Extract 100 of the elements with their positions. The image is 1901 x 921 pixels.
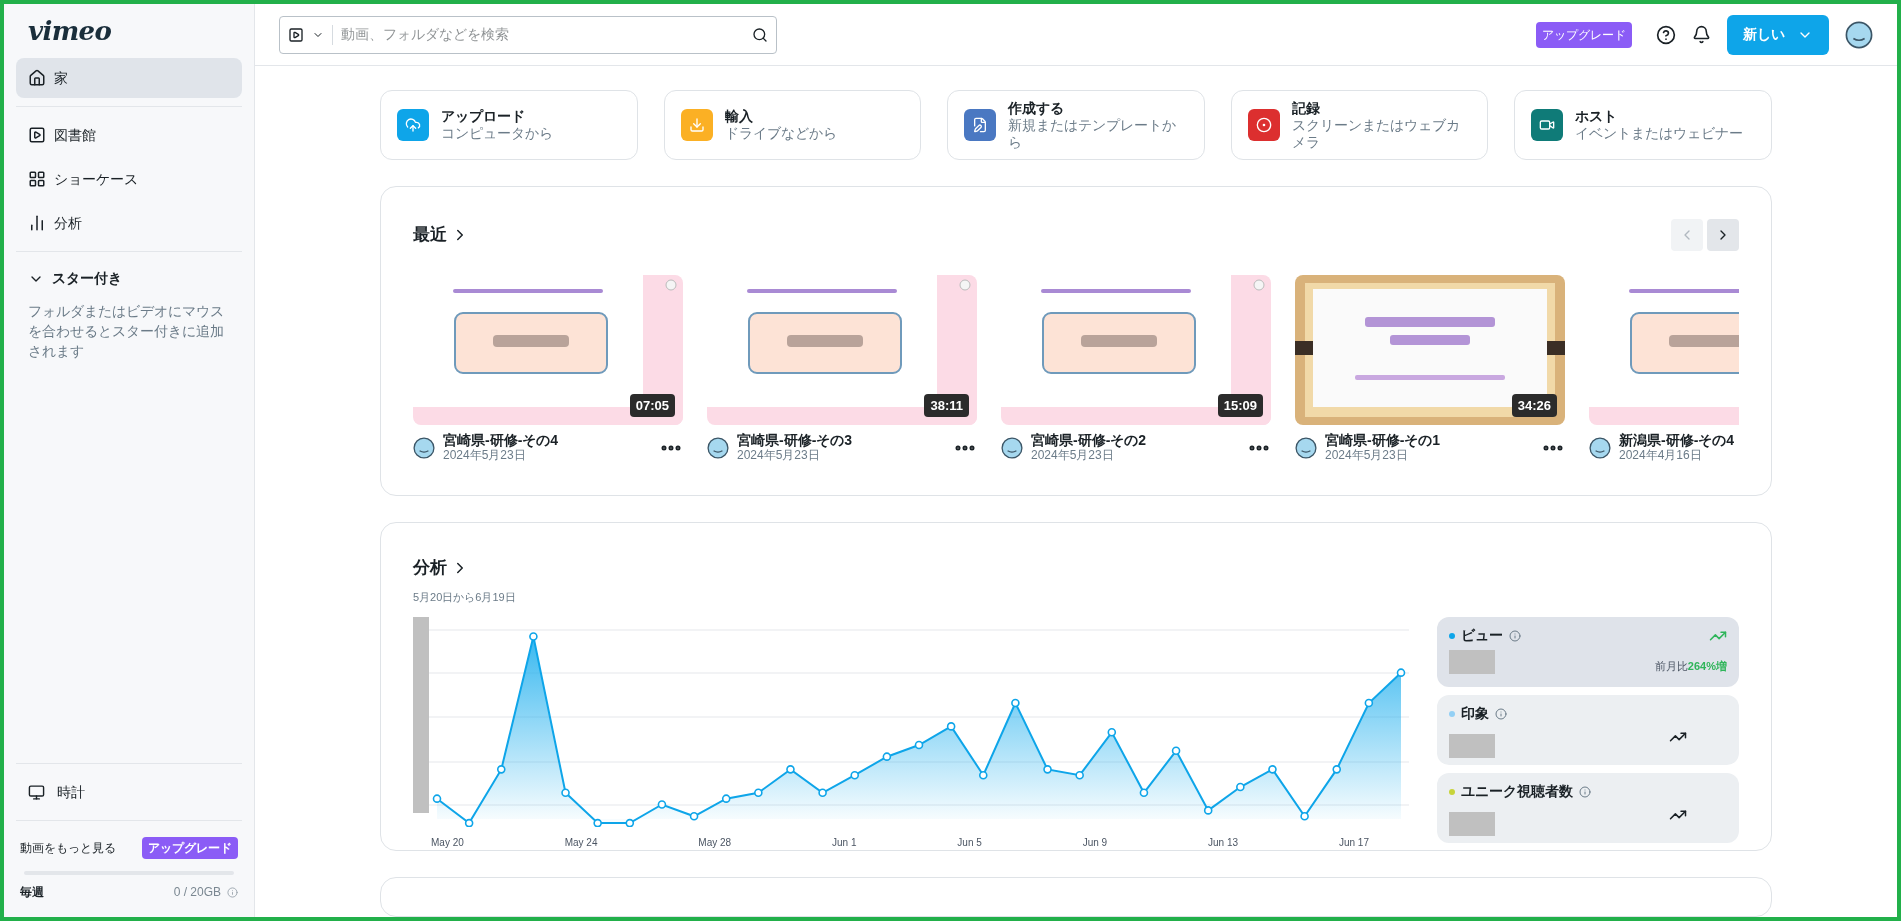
video-date: 2024年5月23日 [1031,448,1115,463]
data-point[interactable] [496,765,506,774]
action-title: 輸入 [724,108,754,125]
video-date: 2024年5月23日 [443,448,527,463]
storage-usage: 0 / 20GB [173,884,221,901]
data-point[interactable] [946,722,956,731]
data-point[interactable] [850,770,860,780]
search-field[interactable]: 動画、フォルダなどを検索 [279,15,777,54]
upgrade-button[interactable]: アップグレード [142,837,238,859]
video-date: 2024年5月23日 [1325,448,1409,463]
data-point[interactable] [1364,698,1374,708]
video-title[interactable]: 宮崎県-研修-その1 [1325,433,1533,448]
data-point[interactable] [1107,727,1117,737]
data-point[interactable] [561,788,570,798]
avatar-icon [1589,437,1611,459]
avatar-icon [707,437,729,459]
action-subtitle: スクリーンまたはウェブカメラ [1291,116,1461,151]
axis-label: Jun 5 [957,836,982,850]
video-title[interactable]: 宮崎県-研修-その4 [443,433,651,448]
comparison-value: 264%増 [1687,658,1727,674]
bar-chart-icon [28,214,46,232]
data-point[interactable] [593,818,602,827]
video-title[interactable]: 新潟県-研修-その4 [1619,433,1739,448]
play-icon-frame-icon [28,126,46,144]
recent-title[interactable]: 最近 [413,222,469,248]
search-input[interactable]: 動画、フォルダなどを検索 [341,24,744,45]
avatar-icon [413,437,435,459]
data-point[interactable] [657,800,667,809]
action-card[interactable]: 輸入 ドライブなどから [663,90,922,160]
analytics-title[interactable]: 分析 [413,555,469,581]
search-icon[interactable] [752,26,768,43]
redacted-block [1449,650,1495,674]
data-point[interactable] [1043,765,1052,774]
redacted-block [1449,734,1495,758]
home-icon [28,69,46,87]
data-point[interactable] [914,740,924,750]
axis-label: Jun 13 [1208,836,1239,850]
next-button[interactable] [1707,219,1739,251]
nav-item[interactable]: 家 [16,58,242,98]
data-point[interactable] [529,632,538,641]
data-point[interactable] [754,788,763,798]
data-point[interactable] [689,811,699,821]
data-point[interactable] [464,818,474,827]
metric-card[interactable]: 印象 [1437,695,1739,765]
action-card[interactable]: ホスト イベントまたはウェビナー [1514,90,1772,160]
help-icon[interactable] [1656,24,1676,45]
info-icon [227,886,238,898]
data-point[interactable] [1171,746,1181,756]
action-subtitle: 新規またはテンプレートから [1008,116,1178,151]
notification-icon[interactable] [1692,25,1711,44]
action-card[interactable]: 作成する 新規またはテンプレートから [947,90,1205,160]
metric-card[interactable]: ビュー 前月比264%増 [1437,617,1739,687]
data-point[interactable] [1300,811,1309,821]
starred-toggle[interactable]: スター付き [16,268,242,289]
nav-item[interactable]: 時計 [16,772,242,812]
video-filter-icon[interactable] [288,26,304,43]
redacted-block [1449,812,1495,836]
duration-badge: 38:11 [924,393,969,417]
avatar-icon [1001,437,1023,459]
data-point[interactable] [978,770,988,780]
action-title: 記録 [1291,99,1321,117]
data-point[interactable] [882,752,892,761]
data-point[interactable] [1139,788,1149,798]
data-point[interactable] [786,765,795,774]
data-point[interactable] [432,794,442,803]
video-title[interactable]: 宮崎県-研修-その2 [1031,433,1239,448]
axis-label: May 28 [698,836,732,850]
avatar-icon [1845,20,1873,49]
info-icon [1509,629,1521,642]
upgrade-button[interactable]: アップグレード [1536,21,1632,48]
action-card[interactable]: 記録 スクリーンまたはウェブカメラ [1230,90,1489,160]
axis-label: May 20 [431,836,464,850]
data-point[interactable] [818,788,827,798]
data-point[interactable] [1075,770,1084,780]
data-point[interactable] [1396,668,1406,677]
avatar-icon [1295,437,1317,459]
nav-item[interactable]: 分析 [16,203,242,243]
vimeo-logo[interactable]: vimeo [16,4,242,58]
data-point[interactable] [1332,765,1342,774]
data-point[interactable] [625,818,635,827]
video-date: 2024年4月16日 [1619,448,1703,463]
video-title[interactable]: 宮崎県-研修-その3 [737,433,945,448]
data-point[interactable] [1236,782,1245,792]
action-card[interactable]: アップロード コンピュータから [380,90,638,160]
upsell-text: 動画をもっと見る [20,840,116,857]
grid-icon [28,170,46,188]
metric-label: ユニーク視聴者数 [1461,782,1573,801]
axis-label: Jun 17 [1338,836,1369,850]
data-point[interactable] [1203,806,1213,815]
data-point[interactable] [721,794,731,803]
action-subtitle: コンピュータから [441,125,553,142]
starred-hint: フォルダまたはビデオにマウスを合わせるとスター付きに追加されます [27,302,225,361]
data-point[interactable] [1268,765,1277,774]
action-title: 作成する [1008,99,1066,117]
action-title: アップロード [441,108,526,125]
nav-item[interactable]: ショーケース [16,159,242,199]
nav-item[interactable]: 図書館 [16,115,242,155]
axis-label: May 24 [564,836,598,850]
metric-card[interactable]: ユニーク視聴者数 [1437,773,1739,843]
data-point[interactable] [1011,698,1020,708]
